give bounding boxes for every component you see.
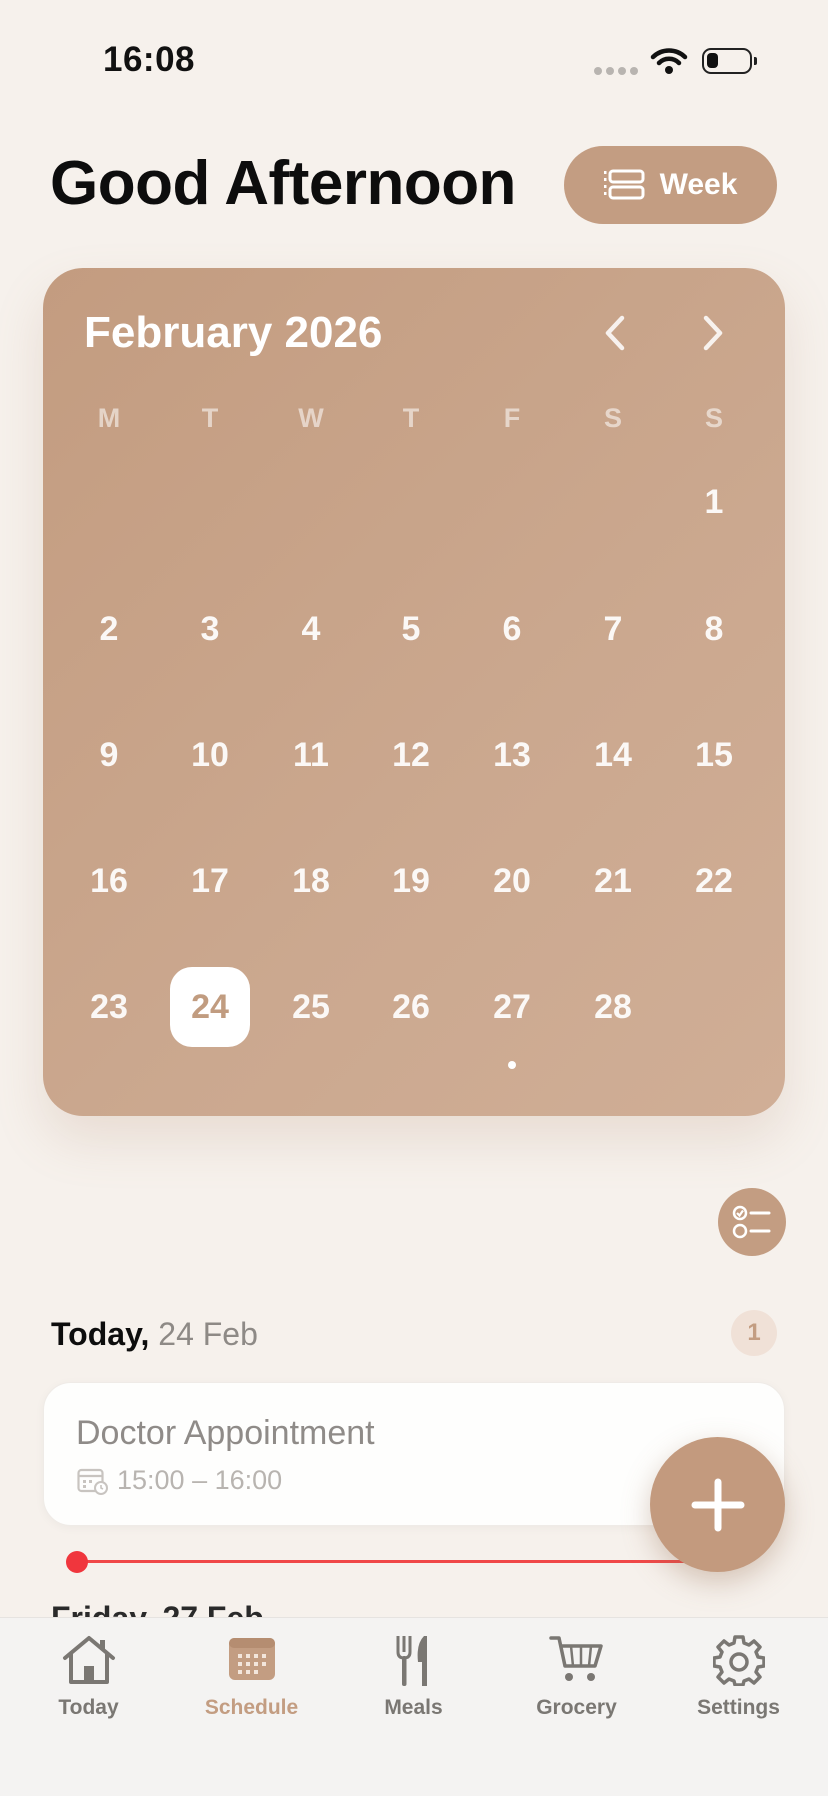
calendar-day[interactable]: 15	[674, 715, 754, 795]
list-view-button[interactable]	[718, 1188, 786, 1256]
gear-icon	[712, 1635, 765, 1686]
today-label: Today,	[51, 1316, 150, 1352]
calendar-day[interactable]: 7	[573, 589, 653, 669]
add-event-button[interactable]	[650, 1437, 785, 1572]
calendar-day[interactable]: 1	[674, 462, 754, 542]
previous-month-button[interactable]	[600, 313, 630, 353]
calendar-day[interactable]: 28	[573, 967, 653, 1047]
today-section-header: Today, 24 Feb	[51, 1316, 258, 1353]
calendar-day[interactable]: 26	[371, 967, 451, 1047]
tab-today-label: Today	[58, 1696, 119, 1719]
tab-settings-label: Settings	[697, 1696, 780, 1719]
current-time-dot	[66, 1551, 88, 1573]
calendar-day[interactable]: 27	[472, 967, 552, 1047]
weekday-header: M	[97, 403, 121, 433]
calendar-day[interactable]: 10	[170, 715, 250, 795]
next-month-button[interactable]	[698, 313, 728, 353]
calendar-clock-icon	[77, 1468, 108, 1495]
calendar-icon	[228, 1638, 275, 1680]
today-date: 24 Feb	[158, 1316, 258, 1352]
event-count-badge: 1	[731, 1310, 777, 1356]
tab-bar: Today Schedule Meals Grocery Settings	[0, 1617, 828, 1796]
calendar-day[interactable]: 23	[69, 967, 149, 1047]
week-view-button[interactable]: Week	[564, 146, 777, 224]
battery-icon	[702, 48, 757, 74]
week-view-icon	[603, 169, 645, 200]
week-view-label: Week	[659, 168, 738, 201]
tab-meals[interactable]: Meals	[331, 1618, 496, 1728]
weekday-header: S	[603, 403, 622, 433]
calendar-day[interactable]: 9	[69, 715, 149, 795]
weekday-header: W	[298, 403, 324, 433]
calendar-day-selected[interactable]: 24	[170, 967, 250, 1047]
house-icon	[62, 1636, 115, 1684]
calendar-day[interactable]: 18	[271, 841, 351, 921]
weekday-header: T	[201, 403, 219, 433]
calendar-day[interactable]: 11	[271, 715, 351, 795]
month-label: February 2026	[84, 308, 383, 357]
weekday-header: S	[704, 403, 723, 433]
page-title: Good Afternoon	[50, 149, 516, 218]
calendar-day[interactable]: 14	[573, 715, 653, 795]
tab-schedule[interactable]: Schedule	[169, 1618, 334, 1728]
cellular-signal-icon	[594, 67, 638, 75]
calendar-day[interactable]: 17	[170, 841, 250, 921]
calendar-day[interactable]: 2	[69, 589, 149, 669]
tab-schedule-label: Schedule	[204, 1696, 299, 1719]
calendar-day[interactable]: 5	[371, 589, 451, 669]
calendar-day[interactable]: 16	[69, 841, 149, 921]
calendar-day[interactable]: 13	[472, 715, 552, 795]
weekday-header: T	[402, 403, 420, 433]
calendar-day[interactable]: 6	[472, 589, 552, 669]
tab-grocery-label: Grocery	[536, 1696, 617, 1719]
tab-today[interactable]: Today	[6, 1618, 171, 1728]
tab-meals-label: Meals	[384, 1696, 443, 1719]
current-time-line	[76, 1560, 696, 1563]
calendar-day[interactable]: 3	[170, 589, 250, 669]
calendar-day[interactable]: 20	[472, 841, 552, 921]
event-indicator-dot	[508, 1061, 516, 1069]
month-calendar: February 2026 MTWTFSS 1 2 3 4 5 6 7 8 9 10 11 12 13 1…	[43, 268, 785, 1116]
calendar-day[interactable]: 12	[371, 715, 451, 795]
tab-grocery[interactable]: Grocery	[494, 1618, 659, 1728]
plus-icon	[691, 1478, 744, 1531]
cart-icon	[548, 1636, 603, 1681]
event-time: 15:00 – 16:00	[117, 1465, 283, 1495]
calendar-day[interactable]: 25	[271, 967, 351, 1047]
calendar-day[interactable]: 19	[371, 841, 451, 921]
status-time: 16:08	[103, 40, 196, 79]
tab-settings[interactable]: Settings	[656, 1618, 821, 1728]
calendar-day[interactable]: 4	[271, 589, 351, 669]
calendar-day[interactable]: 22	[674, 841, 754, 921]
calendar-day[interactable]: 21	[573, 841, 653, 921]
calendar-day[interactable]: 8	[674, 589, 754, 669]
wifi-icon	[650, 48, 688, 74]
event-title: Doctor Appointment	[76, 1414, 375, 1452]
weekday-header: F	[503, 403, 521, 433]
fork-knife-icon	[396, 1636, 427, 1686]
checklist-icon	[732, 1205, 771, 1239]
